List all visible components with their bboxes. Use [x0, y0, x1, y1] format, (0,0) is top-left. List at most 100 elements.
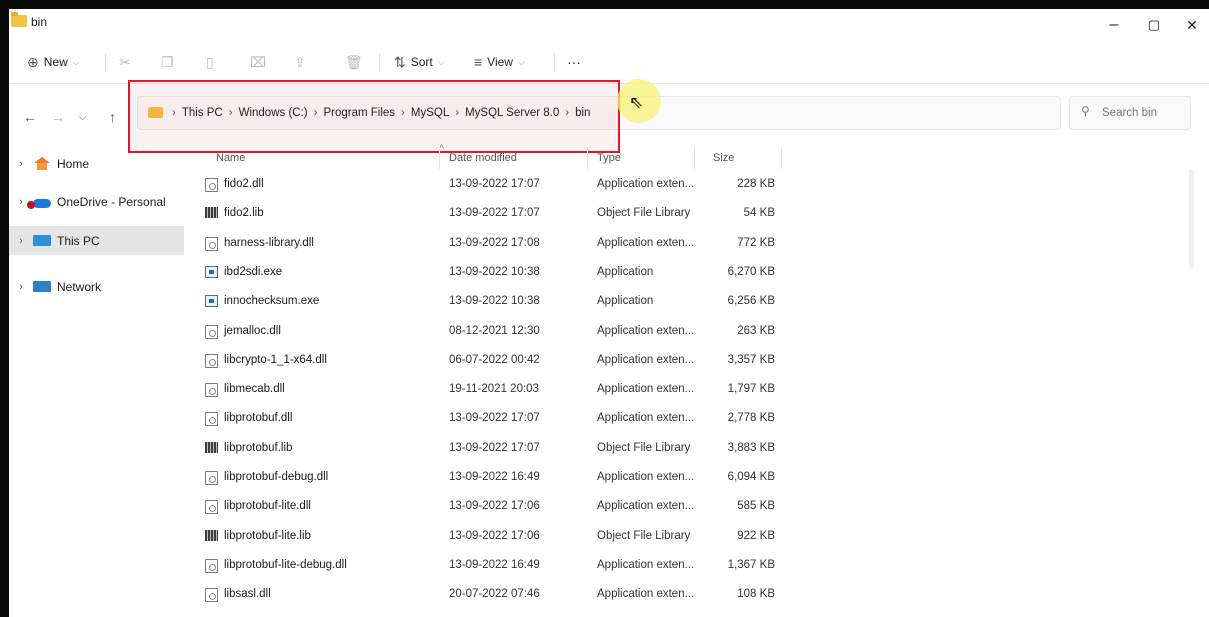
file-size: 54 KB: [743, 207, 775, 220]
file-date: 13-09-2022 17:06: [449, 500, 540, 513]
table-row[interactable]: libsasl.dll 20-07-2022 07:46 Application e…: [199, 581, 784, 610]
table-row[interactable]: libprotobuf-lite.lib 13-09-2022 17:06 Obje…: [199, 523, 784, 552]
table-row[interactable]: harness-library.dll 13-09-2022 17:08 Appli…: [199, 230, 784, 259]
table-row[interactable]: innochecksum.exe 13-09-2022 10:38 Applicat…: [199, 288, 784, 317]
table-row[interactable]: jemalloc.dll 08-12-2021 12:30 Application …: [199, 318, 784, 347]
file-date: 13-09-2022 10:38: [449, 265, 540, 278]
column-header-size[interactable]: Size: [713, 145, 734, 171]
search-input[interactable]: [1100, 97, 1190, 129]
table-row[interactable]: libprotobuf-lite.dll 13-09-2022 17:06 Appl…: [199, 493, 784, 522]
dll-file-icon: [205, 412, 218, 427]
breadcrumb-mysql-server[interactable]: MySQL Server 8.0: [465, 97, 559, 129]
search-box[interactable]: ⚲: [1069, 96, 1191, 130]
rename-icon: ⌧: [250, 54, 267, 70]
file-size: 922 KB: [737, 529, 775, 542]
sidebar-item-this-pc[interactable]: › This PC: [9, 226, 184, 255]
file-date: 13-09-2022 16:49: [449, 471, 540, 483]
file-type: Application exten...: [597, 178, 695, 190]
sidebar-item-onedrive[interactable]: › OneDrive - Personal: [9, 187, 184, 216]
file-type: Application exten...: [597, 412, 695, 425]
breadcrumb-bin[interactable]: bin: [575, 97, 590, 129]
share-button[interactable]: ⇪: [294, 51, 306, 73]
file-date: 13-09-2022 17:07: [449, 441, 540, 454]
file-type: Application exten...: [597, 500, 695, 513]
file-date: 19-11-2021 20:03: [449, 383, 539, 396]
breadcrumb-separator-icon: ›: [455, 107, 460, 119]
column-header-date[interactable]: Date modified: [449, 145, 517, 171]
trash-icon: 🗑: [345, 54, 363, 70]
sort-label: Sort: [410, 55, 433, 69]
address-bar[interactable]: › This PC › Windows (C:) › Program Files…: [137, 96, 1173, 130]
address-row: ← → ⌵ ↑ › This PC › Windows (C:) › Progr…: [9, 83, 1209, 145]
column-header-type[interactable]: Type: [597, 145, 621, 171]
delete-button[interactable]: 🗑: [345, 51, 363, 73]
column-divider[interactable]: [781, 147, 782, 169]
file-name: libprotobuf-lite.lib: [224, 529, 311, 542]
screen-border-left: [0, 9, 9, 617]
new-button[interactable]: ⊕ New ⌵: [27, 51, 80, 73]
copy-button[interactable]: ❐: [161, 51, 174, 73]
sidebar-item-label: Network: [57, 279, 102, 294]
sidebar-item-home[interactable]: › Home: [9, 149, 184, 178]
more-options-button[interactable]: ···: [567, 51, 581, 73]
divider: [554, 53, 555, 71]
table-row[interactable]: libprotobuf.lib 13-09-2022 17:07 Object Fi…: [199, 435, 784, 464]
chevron-right-icon: ›: [19, 234, 23, 247]
mouse-pointer-icon: ⇖: [629, 93, 644, 112]
breadcrumb-this-pc[interactable]: This PC: [182, 97, 223, 129]
maximize-button[interactable]: ▢: [1134, 11, 1174, 39]
recent-locations-chevron-icon[interactable]: ⌵: [79, 112, 87, 123]
view-list-icon: ≡: [474, 54, 483, 70]
breadcrumb-program-files[interactable]: Program Files: [323, 97, 395, 129]
file-size: 6,094 KB: [727, 471, 775, 483]
file-name: libmecab.dll: [224, 383, 285, 396]
table-row[interactable]: libprotobuf-debug.dll 13-09-2022 16:49 App…: [199, 464, 784, 493]
table-row[interactable]: fido2.dll 13-09-2022 17:07 Application ext…: [199, 171, 784, 200]
command-bar: ⊕ New ⌵ ✂ ❐ ▯ ⌧ ⇪ 🗑 ⇅ Sort ⌵ ≡ View ⌵ ··…: [9, 41, 1209, 84]
scrollbar[interactable]: [1189, 169, 1194, 269]
breadcrumb-windows-c[interactable]: Windows (C:): [239, 97, 308, 129]
close-button[interactable]: ✕: [1172, 11, 1209, 39]
file-size: 772 KB: [737, 236, 775, 249]
file-size: 2,778 KB: [727, 412, 775, 425]
file-name: libprotobuf.lib: [224, 441, 293, 454]
cut-button[interactable]: ✂: [119, 51, 131, 73]
file-type: Object File Library: [597, 529, 691, 542]
back-arrow-icon[interactable]: ←: [23, 109, 37, 125]
paste-button[interactable]: ▯: [206, 51, 214, 73]
sort-button[interactable]: ⇅ Sort ⌵: [394, 51, 445, 73]
minimize-button[interactable]: –: [1094, 11, 1134, 39]
forward-arrow-icon[interactable]: →: [51, 109, 65, 125]
file-name: fido2.lib: [224, 207, 264, 220]
column-divider[interactable]: [694, 147, 695, 169]
chevron-right-icon: ›: [19, 157, 23, 170]
file-type: Application exten...: [597, 471, 695, 483]
column-divider[interactable]: [587, 147, 588, 169]
breadcrumb-mysql[interactable]: MySQL: [411, 97, 449, 129]
view-button[interactable]: ≡ View ⌵: [474, 51, 525, 73]
file-size: 1,797 KB: [727, 383, 775, 396]
file-list: Name ^ Date modified Type Size fido2.dll…: [199, 143, 1199, 617]
rename-button[interactable]: ⌧: [250, 51, 266, 73]
divider: [379, 53, 380, 71]
table-row[interactable]: ibd2sdi.exe 13-09-2022 10:38 Application 6,…: [199, 259, 784, 288]
file-name: libprotobuf.dll: [224, 412, 293, 425]
table-row[interactable]: libprotobuf-lite-debug.dll 13-09-2022 16:…: [199, 552, 784, 581]
column-divider[interactable]: [439, 147, 440, 169]
table-row[interactable]: libmecab.dll 19-11-2021 20:03 Application …: [199, 376, 784, 405]
file-size: 585 KB: [737, 500, 775, 513]
table-row[interactable]: libprotobuf.dll 13-09-2022 17:07 Applicati…: [199, 405, 784, 434]
share-icon: ⇪: [294, 54, 306, 70]
column-header-name[interactable]: Name: [216, 145, 245, 171]
clipboard-icon: ▯: [206, 54, 214, 70]
table-row[interactable]: libcrypto-1_1-x64.dll 06-07-2022 00:42 App…: [199, 347, 784, 376]
chevron-down-icon: ⌵: [72, 57, 80, 67]
up-arrow-icon[interactable]: ↑: [109, 109, 116, 125]
file-date: 13-09-2022 17:08: [449, 236, 540, 249]
file-date: 13-09-2022 16:49: [449, 558, 540, 571]
library-file-icon: [205, 441, 218, 453]
breadcrumb: › This PC › Windows (C:) › Program Files…: [172, 97, 590, 129]
table-row[interactable]: fido2.lib 13-09-2022 17:07 Object File Lib…: [199, 200, 784, 229]
file-name: ibd2sdi.exe: [224, 265, 283, 278]
sidebar-item-network[interactable]: › Network: [9, 272, 184, 301]
